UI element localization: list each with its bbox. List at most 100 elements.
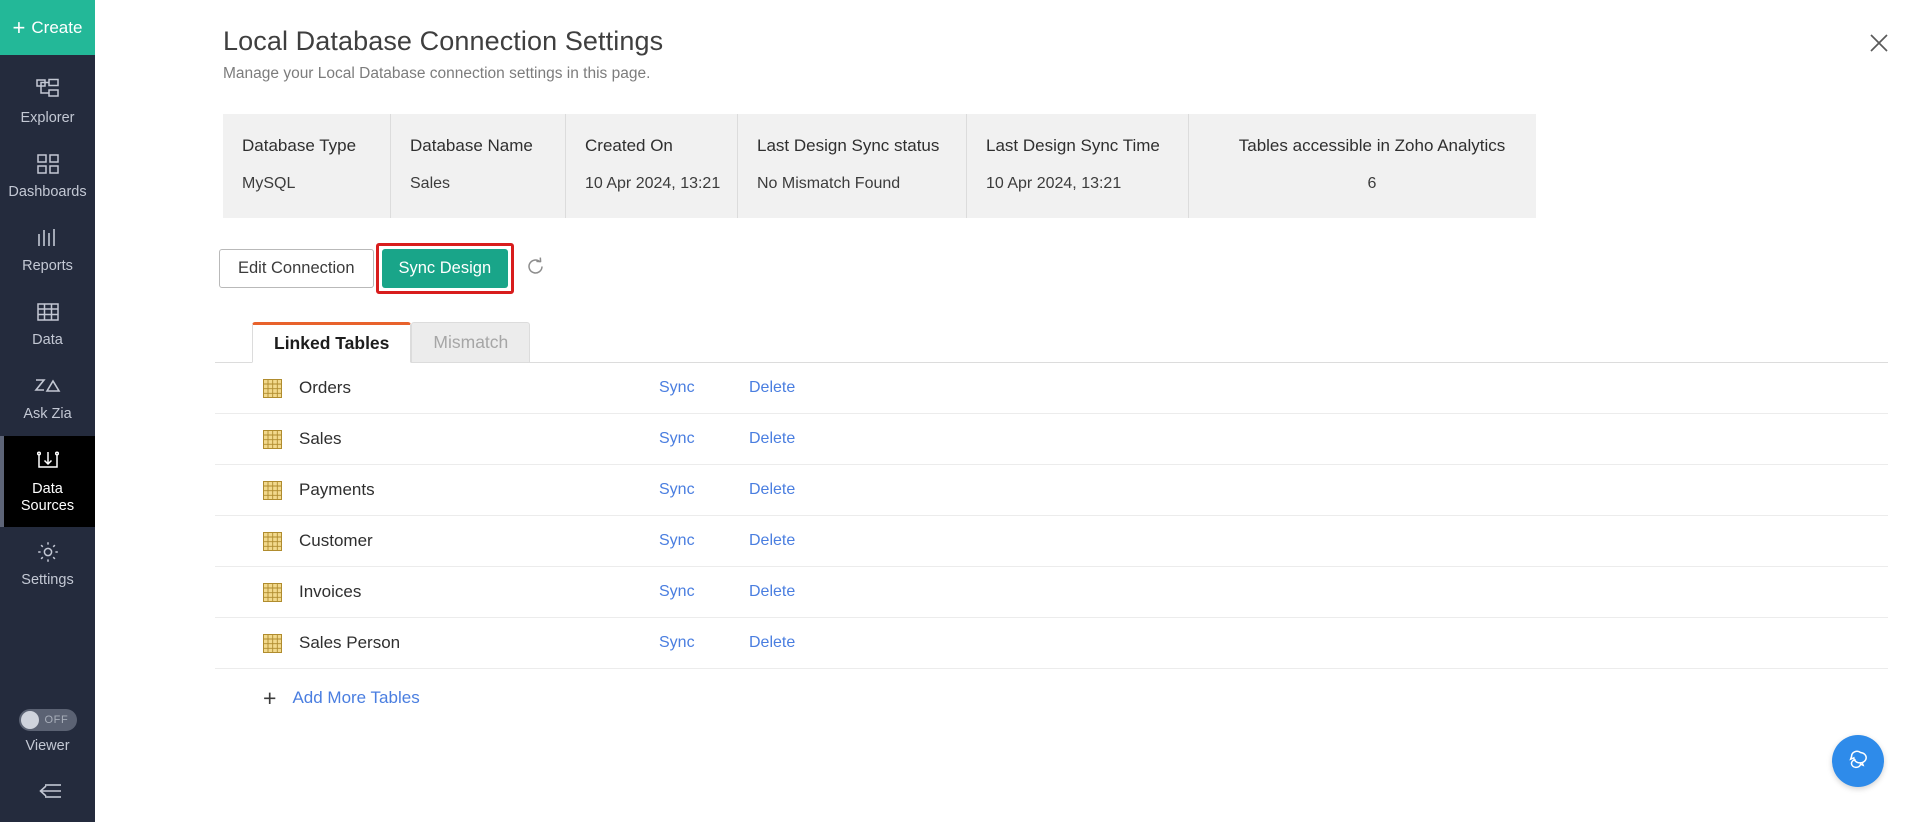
page-title: Local Database Connection Settings xyxy=(223,26,1924,57)
table-row[interactable]: Invoices Sync Delete xyxy=(215,567,1888,618)
close-button[interactable] xyxy=(1864,30,1894,60)
summary-label: Tables accessible in Zoho Analytics xyxy=(1239,136,1505,156)
summary-label: Database Type xyxy=(242,136,390,156)
tab-label: Mismatch xyxy=(433,332,508,353)
delete-table-link[interactable]: Delete xyxy=(749,532,795,550)
sidebar-item-label: Dashboards xyxy=(8,184,86,201)
summary-label: Created On xyxy=(585,136,737,156)
create-button[interactable]: + Create xyxy=(0,0,95,55)
sidebar-item-reports[interactable]: Reports xyxy=(0,213,95,287)
summary-value: Sales xyxy=(410,175,565,193)
connection-summary: Database Type MySQL Database Name Sales … xyxy=(223,114,1536,218)
sidebar-item-label: Data xyxy=(32,332,63,349)
delete-table-link[interactable]: Delete xyxy=(749,634,795,652)
table-name: Sales xyxy=(299,429,659,449)
table-name: Customer xyxy=(299,531,659,551)
sync-table-link[interactable]: Sync xyxy=(659,532,705,550)
tab-label: Linked Tables xyxy=(274,333,389,354)
summary-label: Database Name xyxy=(410,136,565,156)
delete-table-link[interactable]: Delete xyxy=(749,430,795,448)
table-row[interactable]: Sales Person Sync Delete xyxy=(215,618,1888,669)
viewer-toggle[interactable]: OFF xyxy=(19,709,77,731)
summary-cell-last-design-sync-status: Last Design Sync status No Mismatch Foun… xyxy=(738,114,967,218)
viewer-label: Viewer xyxy=(25,738,69,754)
sidebar-item-ask-zia[interactable]: Ask Zia xyxy=(0,361,95,435)
summary-cell-last-design-sync-time: Last Design Sync Time 10 Apr 2024, 13:21 xyxy=(967,114,1189,218)
collapse-sidebar-button[interactable] xyxy=(0,764,95,822)
table-grid-icon xyxy=(263,430,282,449)
sync-table-link[interactable]: Sync xyxy=(659,379,705,397)
action-bar: Edit Connection Sync Design xyxy=(219,243,1924,294)
table-grid-icon xyxy=(263,379,282,398)
sidebar-item-dashboards[interactable]: Dashboards xyxy=(0,139,95,213)
table-row[interactable]: Orders Sync Delete xyxy=(215,363,1888,414)
sidebar-item-explorer[interactable]: Explorer xyxy=(0,65,95,139)
sidebar-item-label: Settings xyxy=(21,572,73,589)
sync-table-link[interactable]: Sync xyxy=(659,634,705,652)
delete-table-link[interactable]: Delete xyxy=(749,379,795,397)
plus-icon: + xyxy=(263,687,276,710)
table-name: Sales Person xyxy=(299,633,659,653)
add-more-tables-row[interactable]: + Add More Tables xyxy=(215,669,1888,727)
close-icon xyxy=(1868,32,1890,59)
chat-support-button[interactable] xyxy=(1832,735,1884,787)
linked-tables-list: Orders Sync Delete Sales Sync Delete xyxy=(215,363,1888,727)
sidebar-item-label: Explorer xyxy=(21,110,75,127)
main-panel: Local Database Connection Settings Manag… xyxy=(95,0,1924,822)
sidebar-item-label: Ask Zia xyxy=(23,406,71,423)
add-more-tables-link[interactable]: Add More Tables xyxy=(292,688,419,708)
table-name: Invoices xyxy=(299,582,659,602)
summary-label: Last Design Sync Time xyxy=(986,136,1188,156)
summary-label: Last Design Sync status xyxy=(757,136,966,156)
refresh-icon xyxy=(525,256,546,282)
create-button-label: Create xyxy=(31,18,82,38)
chat-bubble-icon xyxy=(1844,745,1872,778)
page-header: Local Database Connection Settings Manag… xyxy=(95,0,1924,83)
sidebar-item-label: Reports xyxy=(22,258,73,275)
table-row[interactable]: Customer Sync Delete xyxy=(215,516,1888,567)
table-grid-icon xyxy=(263,583,282,602)
edit-connection-button[interactable]: Edit Connection xyxy=(219,249,374,288)
viewer-toggle-state: OFF xyxy=(45,714,69,726)
data-icon xyxy=(35,299,61,325)
collapse-sidebar-icon xyxy=(31,781,65,806)
table-name: Payments xyxy=(299,480,659,500)
sidebar-item-settings[interactable]: Settings xyxy=(0,527,95,601)
sidebar-item-label: Data Sources xyxy=(21,481,74,515)
page-subtitle: Manage your Local Database connection se… xyxy=(223,65,1924,83)
table-row[interactable]: Sales Sync Delete xyxy=(215,414,1888,465)
explorer-icon xyxy=(35,77,61,103)
summary-value: 10 Apr 2024, 13:21 xyxy=(585,175,737,193)
table-row[interactable]: Payments Sync Delete xyxy=(215,465,1888,516)
summary-cell-created-on: Created On 10 Apr 2024, 13:21 xyxy=(566,114,738,218)
table-grid-icon xyxy=(263,532,282,551)
sync-table-link[interactable]: Sync xyxy=(659,481,705,499)
table-grid-icon xyxy=(263,634,282,653)
viewer-section: OFF Viewer xyxy=(0,709,95,764)
summary-value: No Mismatch Found xyxy=(757,175,966,193)
plus-icon: + xyxy=(13,17,26,39)
delete-table-link[interactable]: Delete xyxy=(749,583,795,601)
tab-bar: Linked Tables Mismatch xyxy=(252,322,1924,362)
sync-design-button[interactable]: Sync Design xyxy=(382,249,509,288)
table-name: Orders xyxy=(299,378,659,398)
toggle-knob xyxy=(21,711,39,729)
tab-linked-tables[interactable]: Linked Tables xyxy=(252,322,411,363)
summary-value: 10 Apr 2024, 13:21 xyxy=(986,175,1188,193)
sidebar-item-data[interactable]: Data xyxy=(0,287,95,361)
tab-mismatch[interactable]: Mismatch xyxy=(411,322,530,363)
summary-value: MySQL xyxy=(242,175,390,193)
refresh-button[interactable] xyxy=(525,256,546,282)
table-grid-icon xyxy=(263,481,282,500)
app-root: + Create Explorer Dashboards xyxy=(0,0,1924,822)
delete-table-link[interactable]: Delete xyxy=(749,481,795,499)
sidebar-item-data-sources[interactable]: Data Sources xyxy=(0,436,95,527)
left-sidebar: + Create Explorer Dashboards xyxy=(0,0,95,822)
summary-cell-database-name: Database Name Sales xyxy=(391,114,566,218)
ask-zia-icon xyxy=(33,373,63,399)
summary-cell-tables-accessible: Tables accessible in Zoho Analytics 6 xyxy=(1189,114,1536,218)
sync-design-highlight: Sync Design xyxy=(376,243,515,294)
gear-icon xyxy=(35,539,61,565)
sync-table-link[interactable]: Sync xyxy=(659,430,705,448)
sync-table-link[interactable]: Sync xyxy=(659,583,705,601)
